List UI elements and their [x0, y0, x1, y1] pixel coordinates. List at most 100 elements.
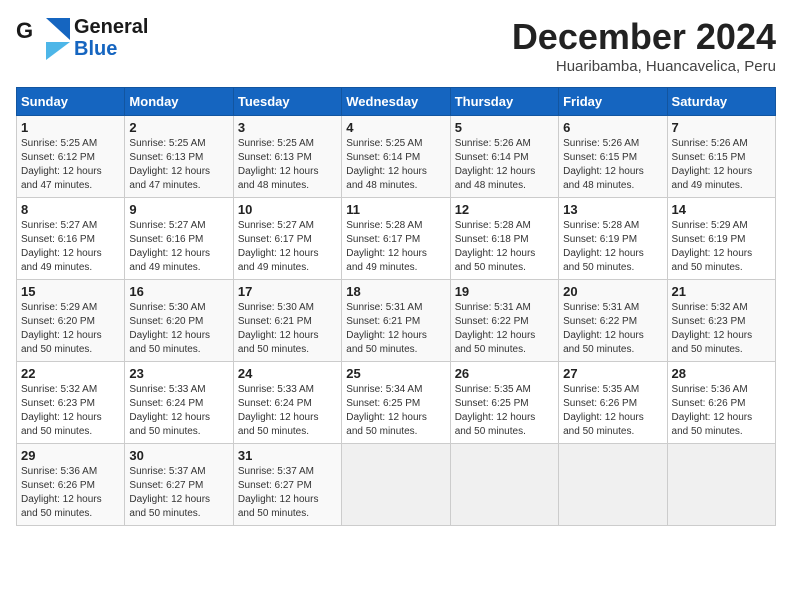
- svg-text:G: G: [16, 18, 33, 43]
- day-info: Sunrise: 5:31 AM Sunset: 6:22 PM Dayligh…: [455, 301, 554, 357]
- day-number: 10: [238, 202, 337, 217]
- calendar-week-5: 29 Sunrise: 5:36 AM Sunset: 6:26 PM Dayli…: [17, 444, 776, 526]
- day-info: Sunrise: 5:25 AM Sunset: 6:13 PM Dayligh…: [129, 137, 228, 193]
- day-number: 23: [129, 366, 228, 381]
- month-title: December 2024: [512, 16, 776, 58]
- calendar-cell: 12 Sunrise: 5:28 AM Sunset: 6:18 PM Dayli…: [450, 198, 558, 280]
- day-info: Sunrise: 5:37 AM Sunset: 6:27 PM Dayligh…: [129, 465, 228, 521]
- weekday-header-row: SundayMondayTuesdayWednesdayThursdayFrid…: [17, 88, 776, 116]
- day-info: Sunrise: 5:32 AM Sunset: 6:23 PM Dayligh…: [672, 301, 771, 357]
- day-info: Sunrise: 5:35 AM Sunset: 6:25 PM Dayligh…: [455, 383, 554, 439]
- day-number: 20: [563, 284, 662, 299]
- logo: G General Blue: [16, 16, 148, 60]
- day-number: 6: [563, 120, 662, 135]
- calendar-cell: 7 Sunrise: 5:26 AM Sunset: 6:15 PM Daylig…: [667, 116, 775, 198]
- day-number: 15: [21, 284, 120, 299]
- title-block: December 2024 Huaribamba, Huancavelica, …: [512, 16, 776, 75]
- calendar-cell: 30 Sunrise: 5:37 AM Sunset: 6:27 PM Dayli…: [125, 444, 233, 526]
- weekday-header-saturday: Saturday: [667, 88, 775, 116]
- day-info: Sunrise: 5:31 AM Sunset: 6:21 PM Dayligh…: [346, 301, 445, 357]
- day-number: 18: [346, 284, 445, 299]
- day-info: Sunrise: 5:25 AM Sunset: 6:13 PM Dayligh…: [238, 137, 337, 193]
- day-number: 14: [672, 202, 771, 217]
- weekday-header-sunday: Sunday: [17, 88, 125, 116]
- calendar-cell: 26 Sunrise: 5:35 AM Sunset: 6:25 PM Dayli…: [450, 362, 558, 444]
- day-number: 17: [238, 284, 337, 299]
- calendar-cell: 25Sunrise: 5:34 AM Sunset: 6:25 PM Dayli…: [342, 362, 450, 444]
- calendar-table: SundayMondayTuesdayWednesdayThursdayFrid…: [16, 87, 776, 526]
- day-number: 25: [346, 366, 445, 381]
- weekday-header-friday: Friday: [559, 88, 667, 116]
- day-info: Sunrise: 5:35 AM Sunset: 6:26 PM Dayligh…: [563, 383, 662, 439]
- logo-icon: G: [16, 16, 70, 60]
- calendar-cell: 15 Sunrise: 5:29 AM Sunset: 6:20 PM Dayli…: [17, 280, 125, 362]
- calendar-cell: 8Sunrise: 5:27 AM Sunset: 6:16 PM Daylig…: [17, 198, 125, 280]
- calendar-cell: 9Sunrise: 5:27 AM Sunset: 6:16 PM Daylig…: [125, 198, 233, 280]
- calendar-body: 1 Sunrise: 5:25 AM Sunset: 6:12 PM Daylig…: [17, 116, 776, 526]
- day-info: Sunrise: 5:28 AM Sunset: 6:17 PM Dayligh…: [346, 219, 445, 275]
- day-info: Sunrise: 5:29 AM Sunset: 6:20 PM Dayligh…: [21, 301, 120, 357]
- calendar-week-1: 1 Sunrise: 5:25 AM Sunset: 6:12 PM Daylig…: [17, 116, 776, 198]
- day-info: Sunrise: 5:30 AM Sunset: 6:21 PM Dayligh…: [238, 301, 337, 357]
- calendar-cell: 20Sunrise: 5:31 AM Sunset: 6:22 PM Dayli…: [559, 280, 667, 362]
- day-number: 22: [21, 366, 120, 381]
- day-info: Sunrise: 5:29 AM Sunset: 6:19 PM Dayligh…: [672, 219, 771, 275]
- day-info: Sunrise: 5:25 AM Sunset: 6:12 PM Dayligh…: [21, 137, 120, 193]
- calendar-cell: 5Sunrise: 5:26 AM Sunset: 6:14 PM Daylig…: [450, 116, 558, 198]
- calendar-cell: 27Sunrise: 5:35 AM Sunset: 6:26 PM Dayli…: [559, 362, 667, 444]
- day-number: 3: [238, 120, 337, 135]
- calendar-cell: 19 Sunrise: 5:31 AM Sunset: 6:22 PM Dayli…: [450, 280, 558, 362]
- location-title: Huaribamba, Huancavelica, Peru: [512, 58, 776, 75]
- day-number: 19: [455, 284, 554, 299]
- calendar-week-2: 8Sunrise: 5:27 AM Sunset: 6:16 PM Daylig…: [17, 198, 776, 280]
- weekday-header-monday: Monday: [125, 88, 233, 116]
- day-number: 1: [21, 120, 120, 135]
- day-number: 31: [238, 448, 337, 463]
- day-number: 2: [129, 120, 228, 135]
- calendar-cell: [450, 444, 558, 526]
- calendar-cell: 29 Sunrise: 5:36 AM Sunset: 6:26 PM Dayli…: [17, 444, 125, 526]
- day-number: 4: [346, 120, 445, 135]
- day-info: Sunrise: 5:33 AM Sunset: 6:24 PM Dayligh…: [129, 383, 228, 439]
- calendar-cell: 10Sunrise: 5:27 AM Sunset: 6:17 PM Dayli…: [233, 198, 341, 280]
- day-info: Sunrise: 5:30 AM Sunset: 6:20 PM Dayligh…: [129, 301, 228, 357]
- day-number: 7: [672, 120, 771, 135]
- day-info: Sunrise: 5:26 AM Sunset: 6:14 PM Dayligh…: [455, 137, 554, 193]
- calendar-cell: 17 Sunrise: 5:30 AM Sunset: 6:21 PM Dayli…: [233, 280, 341, 362]
- weekday-header-thursday: Thursday: [450, 88, 558, 116]
- calendar-cell: 23 Sunrise: 5:33 AM Sunset: 6:24 PM Dayli…: [125, 362, 233, 444]
- day-number: 29: [21, 448, 120, 463]
- calendar-cell: 16Sunrise: 5:30 AM Sunset: 6:20 PM Dayli…: [125, 280, 233, 362]
- day-info: Sunrise: 5:26 AM Sunset: 6:15 PM Dayligh…: [672, 137, 771, 193]
- day-number: 12: [455, 202, 554, 217]
- calendar-cell: 4 Sunrise: 5:25 AM Sunset: 6:14 PM Daylig…: [342, 116, 450, 198]
- calendar-cell: 24 Sunrise: 5:33 AM Sunset: 6:24 PM Dayli…: [233, 362, 341, 444]
- day-number: 24: [238, 366, 337, 381]
- calendar-cell: 22 Sunrise: 5:32 AM Sunset: 6:23 PM Dayli…: [17, 362, 125, 444]
- day-info: Sunrise: 5:25 AM Sunset: 6:14 PM Dayligh…: [346, 137, 445, 193]
- day-number: 30: [129, 448, 228, 463]
- day-info: Sunrise: 5:28 AM Sunset: 6:19 PM Dayligh…: [563, 219, 662, 275]
- weekday-header-wednesday: Wednesday: [342, 88, 450, 116]
- calendar-cell: 11Sunrise: 5:28 AM Sunset: 6:17 PM Dayli…: [342, 198, 450, 280]
- day-info: Sunrise: 5:33 AM Sunset: 6:24 PM Dayligh…: [238, 383, 337, 439]
- logo-line2: Blue: [74, 38, 148, 60]
- calendar-cell: 14 Sunrise: 5:29 AM Sunset: 6:19 PM Dayli…: [667, 198, 775, 280]
- calendar-cell: 18 Sunrise: 5:31 AM Sunset: 6:21 PM Dayli…: [342, 280, 450, 362]
- day-info: Sunrise: 5:32 AM Sunset: 6:23 PM Dayligh…: [21, 383, 120, 439]
- calendar-cell: 31Sunrise: 5:37 AM Sunset: 6:27 PM Dayli…: [233, 444, 341, 526]
- calendar-cell: 28Sunrise: 5:36 AM Sunset: 6:26 PM Dayli…: [667, 362, 775, 444]
- page-header: G General Blue December 2024 Huaribamba,…: [16, 16, 776, 75]
- day-info: Sunrise: 5:36 AM Sunset: 6:26 PM Dayligh…: [21, 465, 120, 521]
- calendar-cell: 6 Sunrise: 5:26 AM Sunset: 6:15 PM Daylig…: [559, 116, 667, 198]
- day-info: Sunrise: 5:28 AM Sunset: 6:18 PM Dayligh…: [455, 219, 554, 275]
- calendar-cell: [559, 444, 667, 526]
- day-number: 26: [455, 366, 554, 381]
- calendar-cell: [342, 444, 450, 526]
- day-info: Sunrise: 5:27 AM Sunset: 6:16 PM Dayligh…: [129, 219, 228, 275]
- calendar-cell: 1 Sunrise: 5:25 AM Sunset: 6:12 PM Daylig…: [17, 116, 125, 198]
- calendar-cell: 21Sunrise: 5:32 AM Sunset: 6:23 PM Dayli…: [667, 280, 775, 362]
- logo-line1: General: [74, 16, 148, 38]
- calendar-week-4: 22 Sunrise: 5:32 AM Sunset: 6:23 PM Dayli…: [17, 362, 776, 444]
- day-info: Sunrise: 5:26 AM Sunset: 6:15 PM Dayligh…: [563, 137, 662, 193]
